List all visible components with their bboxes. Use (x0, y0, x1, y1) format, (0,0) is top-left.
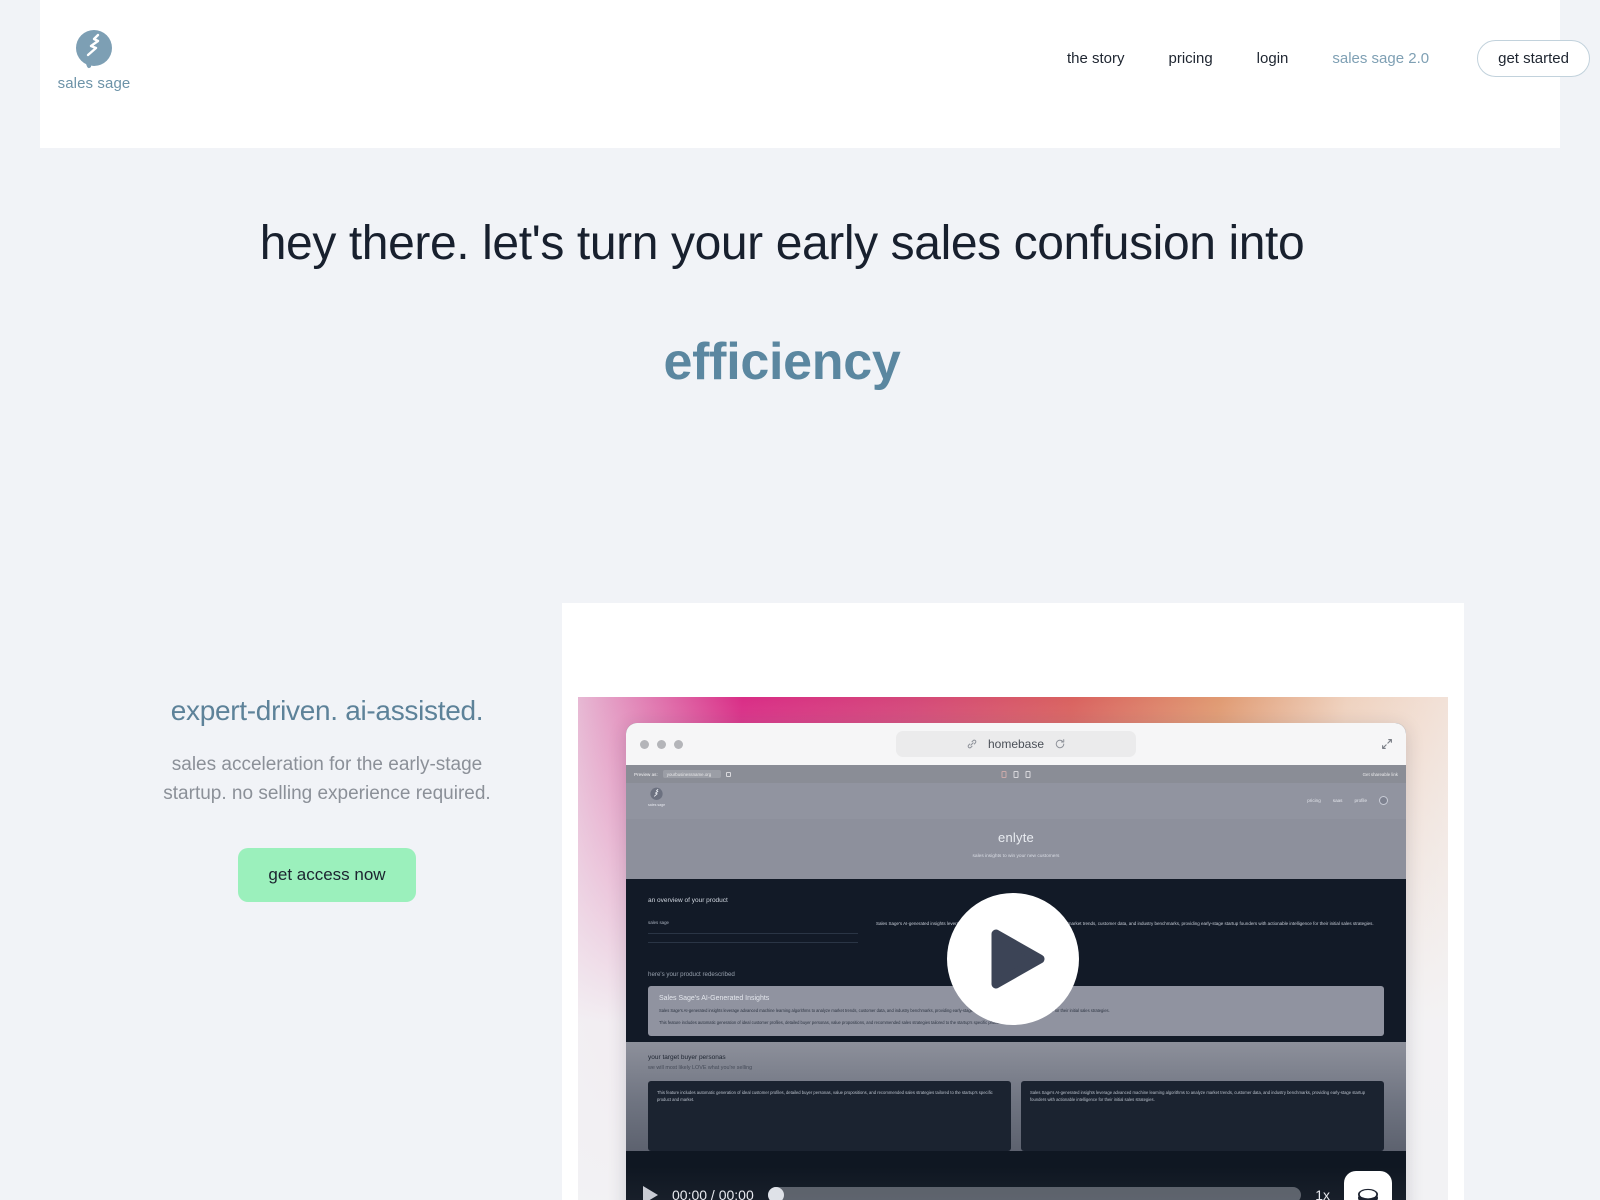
preview-as-group: Preview as: yourbusinessname.org (634, 770, 732, 778)
hero-headline-accent: efficiency (663, 333, 901, 391)
mock-nav-pricing[interactable]: pricing (1307, 798, 1321, 803)
overview-product-name: sales sage (648, 920, 669, 925)
hero-headline: hey there. let's turn your early sales c… (259, 217, 1305, 270)
persona-list: This feature includes automatic generati… (648, 1081, 1384, 1152)
maximize-dot-icon (674, 739, 683, 749)
mock-hero-title: enlyte (998, 830, 1034, 845)
mock-site-nav-links: pricing saas profile (1307, 796, 1388, 805)
loom-badge[interactable] (1344, 1171, 1392, 1200)
nav-item-pricing[interactable]: pricing (1146, 50, 1234, 67)
divider (648, 941, 858, 943)
mock-hero-sub: sales insights to win your new customers (972, 854, 1060, 859)
preview-as-select[interactable]: yourbusinessname.org (662, 770, 722, 778)
personas-subtitle: we will most likely LOVE what you're sel… (648, 1065, 753, 1072)
play-icon[interactable] (640, 1184, 660, 1200)
get-access-now-button[interactable]: get access now (238, 848, 416, 903)
persona-text: This feature includes automatic generati… (657, 1090, 993, 1103)
avatar[interactable] (1379, 796, 1388, 805)
desktop-view-icon[interactable] (1001, 770, 1007, 778)
get-started-button[interactable]: get started (1477, 40, 1590, 77)
time-display: 00:00 / 00:00 (672, 1187, 754, 1200)
tablet-view-icon[interactable] (1013, 770, 1019, 778)
intro-column: expert-driven. ai-assisted. sales accele… (140, 694, 514, 903)
minimize-dot-icon (657, 739, 666, 749)
mock-nav-profile[interactable]: profile (1354, 798, 1367, 803)
mock-site-brand: sales sage (648, 803, 666, 807)
window-traffic-lights (640, 739, 683, 749)
overview-left: sales sage (648, 920, 858, 951)
site-header: sales sage the story pricing login sales… (40, 0, 1590, 148)
play-button-overlay[interactable] (947, 893, 1079, 1025)
progress-scrubber[interactable] (767, 1187, 1302, 1200)
preview-as-label: Preview as: (634, 771, 658, 777)
mobile-view-icon[interactable] (1025, 770, 1031, 778)
playback-speed[interactable]: 1x (1315, 1187, 1330, 1200)
video-card: homebase Preview as: yourbusinessname.or… (562, 603, 1464, 1200)
main-nav: the story pricing login sales sage 2.0 g… (1045, 40, 1590, 77)
divider (648, 933, 858, 934)
url-text: homebase (987, 737, 1045, 751)
mock-site-nav: sales sage pricing saas profile (626, 783, 1406, 819)
mock-site-logo: sales sage (648, 787, 665, 807)
logo-text: sales sage (57, 75, 131, 92)
video-controls: 00:00 / 00:00 1x (626, 1167, 1406, 1200)
expand-arrows-icon[interactable] (1380, 737, 1394, 751)
logo[interactable]: sales sage (56, 28, 132, 92)
mock-nav-saas[interactable]: saas (1333, 798, 1343, 803)
nav-item-login[interactable]: login (1235, 50, 1311, 67)
preview-toolbar: Preview as: yourbusinessname.org Get sha… (626, 765, 1406, 783)
mock-site-hero: enlyte sales insights to win your new cu… (626, 819, 1406, 879)
mock-personas-section: your target buyer personas we will most … (626, 1042, 1406, 1152)
get-shareable-link[interactable]: Get shareable link (1363, 772, 1398, 777)
intro-subtitle: sales acceleration for the early-stage s… (163, 753, 491, 805)
loom-logo-icon (1358, 1188, 1378, 1200)
close-dot-icon (640, 739, 649, 749)
nav-item-sales-sage-2[interactable]: sales sage 2.0 (1310, 50, 1451, 67)
overview-paragraph: Sales Sage's AI-generated insights lever… (876, 921, 1374, 926)
chain-link-icon (967, 739, 977, 749)
device-preview-toggles (1001, 770, 1031, 778)
url-bar[interactable]: homebase (896, 731, 1136, 757)
gradient-frame: homebase Preview as: yourbusinessname.or… (578, 697, 1448, 1200)
scrubber-knob[interactable] (767, 1187, 784, 1200)
sales-sage-logo-icon (76, 30, 112, 68)
personas-title: your target buyer personas (648, 1054, 726, 1062)
persona-card: Sales Sage's AI-generated insights lever… (1021, 1081, 1384, 1152)
play-icon (991, 929, 1044, 989)
persona-text: Sales Sage's AI-generated insights lever… (1030, 1090, 1366, 1103)
nav-item-the-story[interactable]: the story (1045, 50, 1147, 67)
persona-card: This feature includes automatic generati… (648, 1081, 1011, 1152)
intro-title: expert-driven. ai-assisted. (170, 695, 484, 726)
sales-sage-logo-icon (650, 787, 663, 800)
copy-icon[interactable] (726, 771, 732, 777)
refresh-icon[interactable] (1054, 738, 1066, 750)
browser-chrome: homebase (626, 723, 1406, 765)
